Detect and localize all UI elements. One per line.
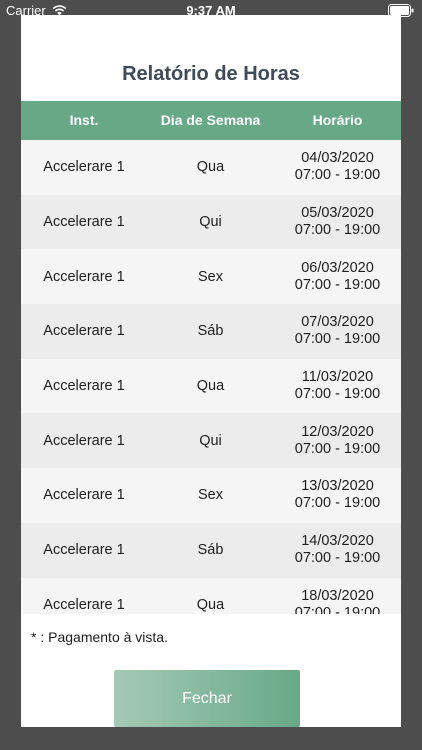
cell-time: 07:00 - 19:00 [294,331,381,348]
cell-dia: Sáb [197,542,224,559]
cell-date: 14/03/2020 [301,533,374,550]
cell-time: 07:00 - 19:00 [294,167,381,184]
cell-horario: 12/03/2020 07:00 - 19:00 [274,413,401,468]
column-header-dia-semana: Dia de Semana [160,112,261,128]
column-header-horario: Horário [312,112,363,128]
cell-horario: 11/03/2020 07:00 - 19:00 [274,359,401,414]
cell-horario: 05/03/2020 07:00 - 19:00 [274,195,401,250]
payment-footnote: * : Pagamento à vista. [31,629,168,645]
cell-dia: Qui [199,432,222,449]
table-header: Inst. Dia de Semana Horário [21,101,401,140]
cell-horario: 18/03/2020 07:00 - 19:00 [274,578,401,614]
cell-date: 05/03/2020 [301,205,374,222]
cell-time: 07:00 - 19:00 [294,495,381,512]
table-row: Accelerare 1 Qua 18/03/2020 07:00 - 19:0… [21,577,401,614]
hours-table[interactable]: Accelerare 1 Qua 04/03/2020 07:00 - 19:0… [21,140,401,614]
table-row: Accelerare 1 Qui 05/03/2020 07:00 - 19:0… [21,194,401,250]
cell-dia: Qua [196,159,225,176]
column-header-inst: Inst. [69,112,99,128]
cell-inst: Accelerare 1 [43,596,125,613]
cell-time: 07:00 - 19:00 [294,440,381,457]
cell-date: 18/03/2020 [301,587,374,604]
cell-horario: 14/03/2020 07:00 - 19:00 [274,523,401,578]
report-modal: Relatório de Horas Inst. Dia de Semana H… [21,15,401,727]
cell-date: 06/03/2020 [301,259,374,276]
cell-inst: Accelerare 1 [43,159,125,176]
cell-inst: Accelerare 1 [43,432,125,449]
cell-date: 12/03/2020 [301,423,374,440]
cell-time: 07:00 - 19:00 [294,604,381,614]
table-row: Accelerare 1 Qua 04/03/2020 07:00 - 19:0… [21,140,401,195]
table-row: Accelerare 1 Sáb 07/03/2020 07:00 - 19:0… [21,304,401,359]
cell-dia: Sáb [197,323,224,340]
cell-time: 07:00 - 19:00 [294,386,381,403]
cell-date: 11/03/2020 [301,369,374,386]
cell-horario: 13/03/2020 07:00 - 19:00 [274,468,401,523]
cell-inst: Accelerare 1 [43,378,125,395]
table-row: Accelerare 1 Sáb 14/03/2020 07:00 - 19:0… [21,522,401,578]
cell-horario: 07/03/2020 07:00 - 19:00 [274,304,401,359]
cell-inst: Accelerare 1 [43,542,125,559]
cell-horario: 04/03/2020 07:00 - 19:00 [274,140,401,195]
cell-time: 07:00 - 19:00 [294,222,381,239]
cell-dia: Sex [198,487,223,504]
table-row: Accelerare 1 Qua 11/03/2020 07:00 - 19:0… [21,358,401,414]
cell-dia: Qua [196,378,225,395]
cell-time: 07:00 - 19:00 [294,276,381,293]
table-row: Accelerare 1 Sex 13/03/2020 07:00 - 19:0… [21,468,401,523]
cell-date: 04/03/2020 [301,150,374,167]
cell-dia: Sex [198,268,223,285]
cell-inst: Accelerare 1 [43,268,125,285]
cell-date: 13/03/2020 [301,478,374,495]
close-button[interactable]: Fechar [114,670,300,727]
cell-dia: Qui [199,214,222,231]
cell-inst: Accelerare 1 [43,214,125,231]
cell-inst: Accelerare 1 [43,323,125,340]
table-row: Accelerare 1 Sex 06/03/2020 07:00 - 19:0… [21,249,401,305]
cell-date: 07/03/2020 [301,314,374,331]
page-title: Relatório de Horas [122,63,300,85]
cell-dia: Qua [196,596,225,613]
cell-inst: Accelerare 1 [43,487,125,504]
cell-time: 07:00 - 19:00 [294,550,381,567]
cell-horario: 06/03/2020 07:00 - 19:00 [274,249,401,304]
table-row: Accelerare 1 Qui 12/03/2020 07:00 - 19:0… [21,413,401,469]
